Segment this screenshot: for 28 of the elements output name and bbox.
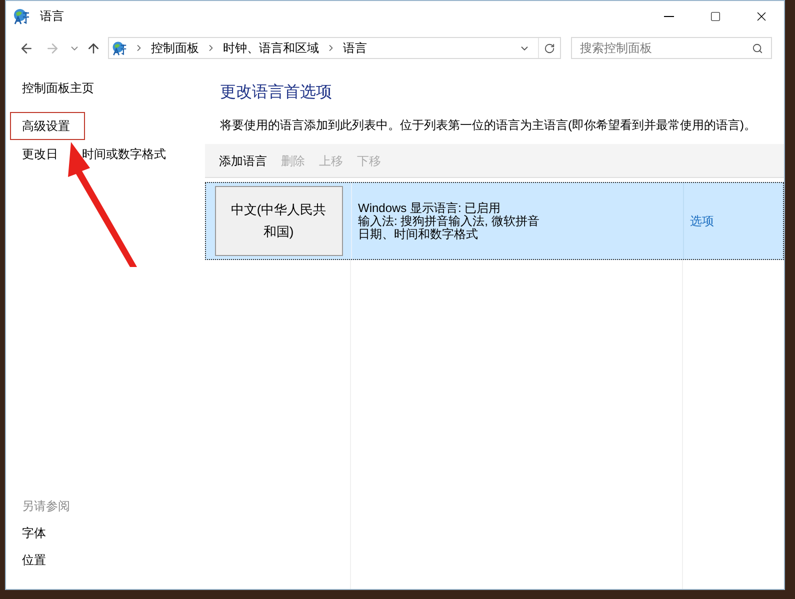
toolbar-button[interactable]: 添加语言 xyxy=(219,152,267,170)
breadcrumb-item[interactable]: 控制面板 xyxy=(151,39,199,57)
breadcrumb-item[interactable]: 时钟、语言和区域 xyxy=(223,39,319,57)
language-detail: 输入法: 搜狗拼音输入法, 微软拼音 xyxy=(358,214,540,228)
refresh-icon xyxy=(544,42,555,54)
see-also-link[interactable]: 字体 xyxy=(22,524,46,542)
sidebar-link[interactable]: 高级设置 xyxy=(10,112,85,140)
globe-icon xyxy=(12,7,30,25)
address-bar[interactable]: 控制面板 时钟、语言和区域 语言 xyxy=(108,37,561,59)
language-row[interactable]: 中文(中华人民共和国) Windows 显示语言: 已启用 输入法: 搜狗拼音输入法, 微软拼音 日期、时间和数字格式 选项 xyxy=(205,182,784,260)
globe-icon xyxy=(111,40,127,56)
maximize-icon xyxy=(710,10,720,22)
see-also-link[interactable]: 位置 xyxy=(22,551,46,569)
page-heading: 更改语言首选项 xyxy=(220,82,333,103)
language-detail: 日期、时间和数字格式 xyxy=(358,228,479,240)
sidebar-link[interactable]: 控制面板主页 xyxy=(22,79,94,97)
search-input[interactable]: 搜索控制面板 xyxy=(580,39,752,57)
language-detail: Windows 显示语言: 已启用 xyxy=(358,202,502,214)
breadcrumb-item[interactable]: 语言 xyxy=(343,39,367,57)
search-field[interactable]: 搜索控制面板 xyxy=(571,37,772,59)
language-button[interactable]: 中文(中华人民共和国) xyxy=(214,186,342,256)
sidebar-link[interactable]: 更改日 时间或数字格式 xyxy=(22,145,166,163)
window-title: 语言 xyxy=(40,8,64,25)
see-also-heading: 另请参阅 xyxy=(22,498,71,515)
description-text: 将要使用的语言添加到此列表中。位于列表第一位的语言为主语言(即你希望看到并最常使用的语言)。 xyxy=(220,117,757,134)
forward-arrow-icon xyxy=(44,40,60,56)
search-icon xyxy=(752,42,763,54)
options-link[interactable]: 选项 xyxy=(690,212,714,230)
